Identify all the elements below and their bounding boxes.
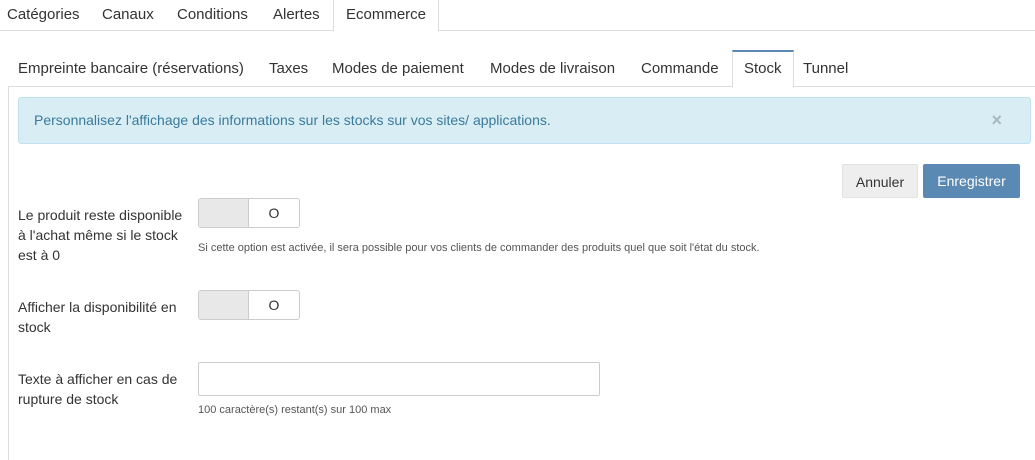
sub-tab-bar: Empreinte bancaire (réservations) Taxes … [8,50,1035,88]
out-of-stock-purchase-toggle[interactable]: O [198,198,300,228]
toggle-handle [199,291,249,319]
tab-commande[interactable]: Commande [641,50,719,87]
tab-categories[interactable]: Catégories [7,0,80,31]
tab-stock[interactable]: Stock [732,50,794,88]
tab-alertes[interactable]: Alertes [273,0,320,31]
tab-taxes[interactable]: Taxes [269,50,308,87]
out-of-stock-text-label: Texte à afficher en cas de rupture de st… [18,371,178,407]
top-tab-bar: Catégories Canaux Conditions Alertes Eco… [0,0,1035,32]
tab-conditions[interactable]: Conditions [177,0,248,31]
character-counter: 100 caractère(s) restant(s) sur 100 max [198,404,392,416]
cancel-button[interactable]: Annuler [842,164,918,198]
toggle-state-label: O [268,297,280,313]
out-of-stock-purchase-label: Le produit reste disponible à l'achat mê… [18,207,183,263]
out-of-stock-text-input[interactable] [198,362,600,396]
out-of-stock-purchase-help: Si cette option est activée, il sera pos… [198,242,760,254]
tab-ecommerce[interactable]: Ecommerce [333,0,440,32]
tab-empreinte-bancaire[interactable]: Empreinte bancaire (réservations) [18,50,244,87]
tab-canaux[interactable]: Canaux [102,0,154,31]
tab-modes-livraison[interactable]: Modes de livraison [490,50,615,87]
save-button[interactable]: Enregistrer [923,164,1020,198]
info-alert: Personnalisez l'affichage des informatio… [18,97,1031,144]
tab-modes-paiement[interactable]: Modes de paiement [332,50,464,87]
close-icon[interactable]: × [991,98,1002,143]
show-availability-label: Afficher la disponibilité en stock [18,299,177,335]
alert-message: Personnalisez l'affichage des informatio… [34,112,551,128]
toggle-handle [199,199,249,227]
toggle-state-label: O [268,205,280,221]
show-availability-toggle[interactable]: O [198,290,300,320]
tab-tunnel[interactable]: Tunnel [803,50,848,87]
